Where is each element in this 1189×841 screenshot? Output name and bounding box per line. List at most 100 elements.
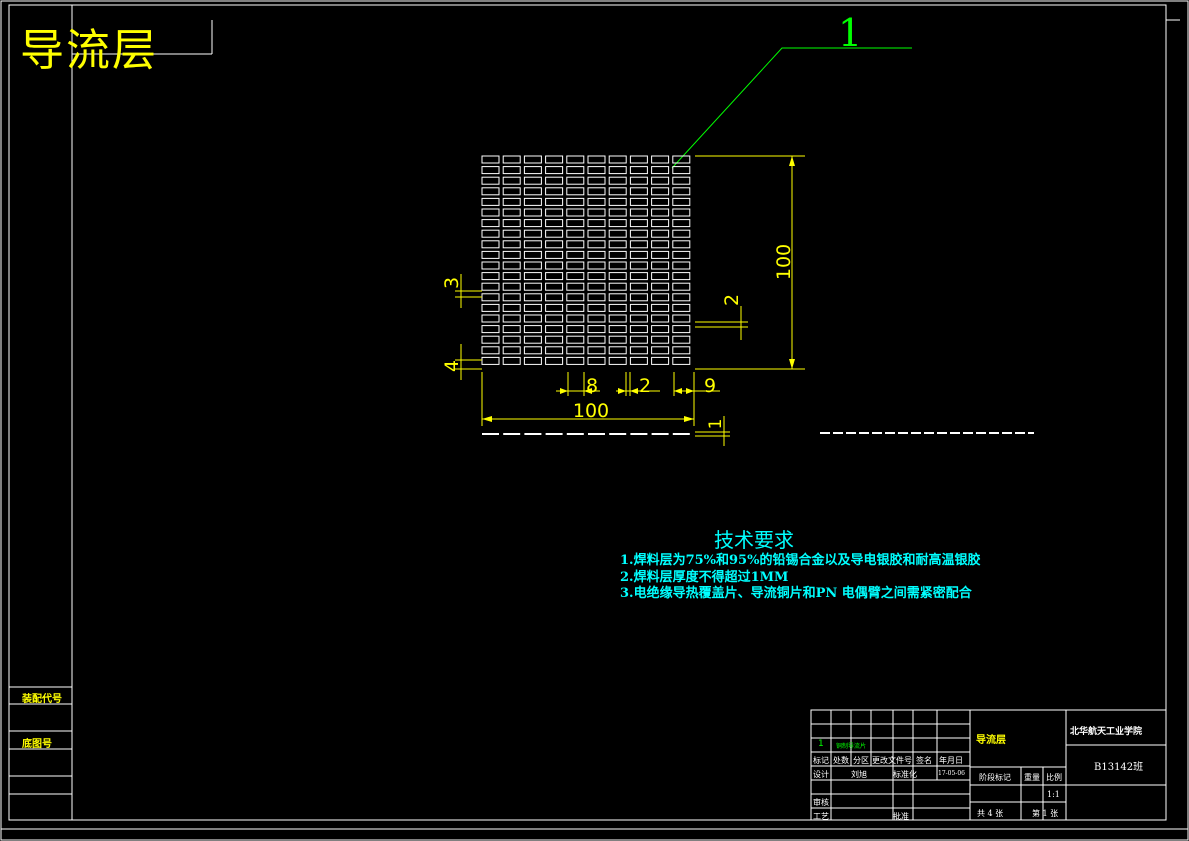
conductor-cell <box>672 293 691 302</box>
conductor-cell <box>481 197 500 206</box>
conductor-cell <box>651 314 670 323</box>
conductor-cell <box>587 240 606 249</box>
conductor-cell <box>481 293 500 302</box>
conductor-cell <box>651 155 670 164</box>
assembly-code-label: 装配代号 <box>22 694 62 705</box>
conductor-cell <box>545 293 564 302</box>
conductor-cell <box>523 187 542 196</box>
conductor-cell <box>523 219 542 228</box>
conductor-cell <box>502 335 521 344</box>
conductor-cell <box>672 240 691 249</box>
conductor-cell <box>523 272 542 281</box>
conductor-cell <box>566 208 585 217</box>
conductor-cell <box>587 272 606 281</box>
conductor-cell <box>481 356 500 365</box>
conductor-cell <box>651 187 670 196</box>
conductor-cell <box>672 335 691 344</box>
conductor-cell <box>566 282 585 291</box>
conductor-cell <box>502 314 521 323</box>
conductor-cell <box>608 155 627 164</box>
conductor-cell <box>502 166 521 175</box>
conductor-cell <box>587 314 606 323</box>
conductor-cell <box>566 250 585 259</box>
conductor-cell <box>545 155 564 164</box>
conductor-cell <box>523 166 542 175</box>
conductor-cell <box>502 293 521 302</box>
conductor-cell <box>481 187 500 196</box>
conductor-cell <box>481 219 500 228</box>
conductor-cell <box>672 187 691 196</box>
conductor-cell <box>672 155 691 164</box>
conductor-cell <box>545 335 564 344</box>
conductor-cell <box>545 314 564 323</box>
conductor-cell <box>481 335 500 344</box>
conductor-cell <box>481 155 500 164</box>
conductor-cell <box>481 176 500 185</box>
tb-standard-label: 标准化 <box>893 770 917 779</box>
conductor-cell <box>502 282 521 291</box>
conductor-cell <box>629 261 648 270</box>
conductor-cell <box>651 176 670 185</box>
dim-height-100: 100 <box>773 244 795 280</box>
conductor-cell <box>523 356 542 365</box>
conductor-cell-grid <box>481 155 691 365</box>
conductor-cell <box>629 356 648 365</box>
conductor-cell <box>629 187 648 196</box>
conductor-cell <box>566 155 585 164</box>
conductor-cell <box>651 335 670 344</box>
conductor-cell <box>523 208 542 217</box>
conductor-cell <box>481 282 500 291</box>
conductor-cell <box>651 325 670 334</box>
conductor-cell <box>545 229 564 238</box>
tb-weight-label: 重量 <box>1024 773 1040 782</box>
conductor-cell <box>587 250 606 259</box>
tb-col-count: 处数 <box>833 756 849 765</box>
conductor-cell <box>523 325 542 334</box>
conductor-cell <box>608 261 627 270</box>
conductor-cell <box>672 166 691 175</box>
conductor-cell <box>545 303 564 312</box>
conductor-cell <box>651 240 670 249</box>
dim-cell-gap-2: 2 <box>639 375 651 397</box>
tb-scale-value: 1:1 <box>1047 790 1060 799</box>
conductor-cell <box>608 356 627 365</box>
dim-row-pitch-3: 3 <box>441 277 463 289</box>
cad-drawing-canvas: 100 100 8 2 9 2 3 4 1 1 <box>0 0 1189 841</box>
tb-sheet-total: 共 4 张 <box>977 809 1004 818</box>
conductor-cell <box>608 325 627 334</box>
conductor-cell <box>523 293 542 302</box>
conductor-cell <box>608 303 627 312</box>
conductor-cell <box>502 219 521 228</box>
dim-bottom-4: 4 <box>441 360 463 372</box>
conductor-cell <box>481 346 500 355</box>
conductor-cell <box>502 197 521 206</box>
tb-row-material: 铜制导流片 <box>836 743 867 750</box>
tb-drawing-code: B13142班 <box>1094 762 1144 773</box>
tb-col-change-doc: 更改文件号 <box>872 756 912 765</box>
conductor-cell <box>587 346 606 355</box>
tb-review-label: 审核 <box>813 798 829 807</box>
conductor-cell <box>629 176 648 185</box>
conductor-cell <box>545 250 564 259</box>
conductor-cell <box>629 229 648 238</box>
conductor-cell <box>545 261 564 270</box>
conductor-cell <box>608 272 627 281</box>
conductor-cell <box>608 208 627 217</box>
conductor-cell <box>523 250 542 259</box>
conductor-cell <box>566 240 585 249</box>
conductor-cell <box>523 176 542 185</box>
conductor-cell <box>672 261 691 270</box>
conductor-cell <box>481 314 500 323</box>
conductor-cell <box>672 325 691 334</box>
conductor-cell <box>608 314 627 323</box>
tb-col-sign: 签名 <box>916 756 932 765</box>
conductor-cell <box>566 303 585 312</box>
conductor-cell <box>672 303 691 312</box>
conductor-cell <box>545 208 564 217</box>
conductor-cell <box>608 176 627 185</box>
conductor-cell <box>523 240 542 249</box>
part-number-1: 1 <box>838 11 862 55</box>
conductor-cell <box>523 229 542 238</box>
conductor-cell <box>651 229 670 238</box>
conductor-cell <box>629 335 648 344</box>
